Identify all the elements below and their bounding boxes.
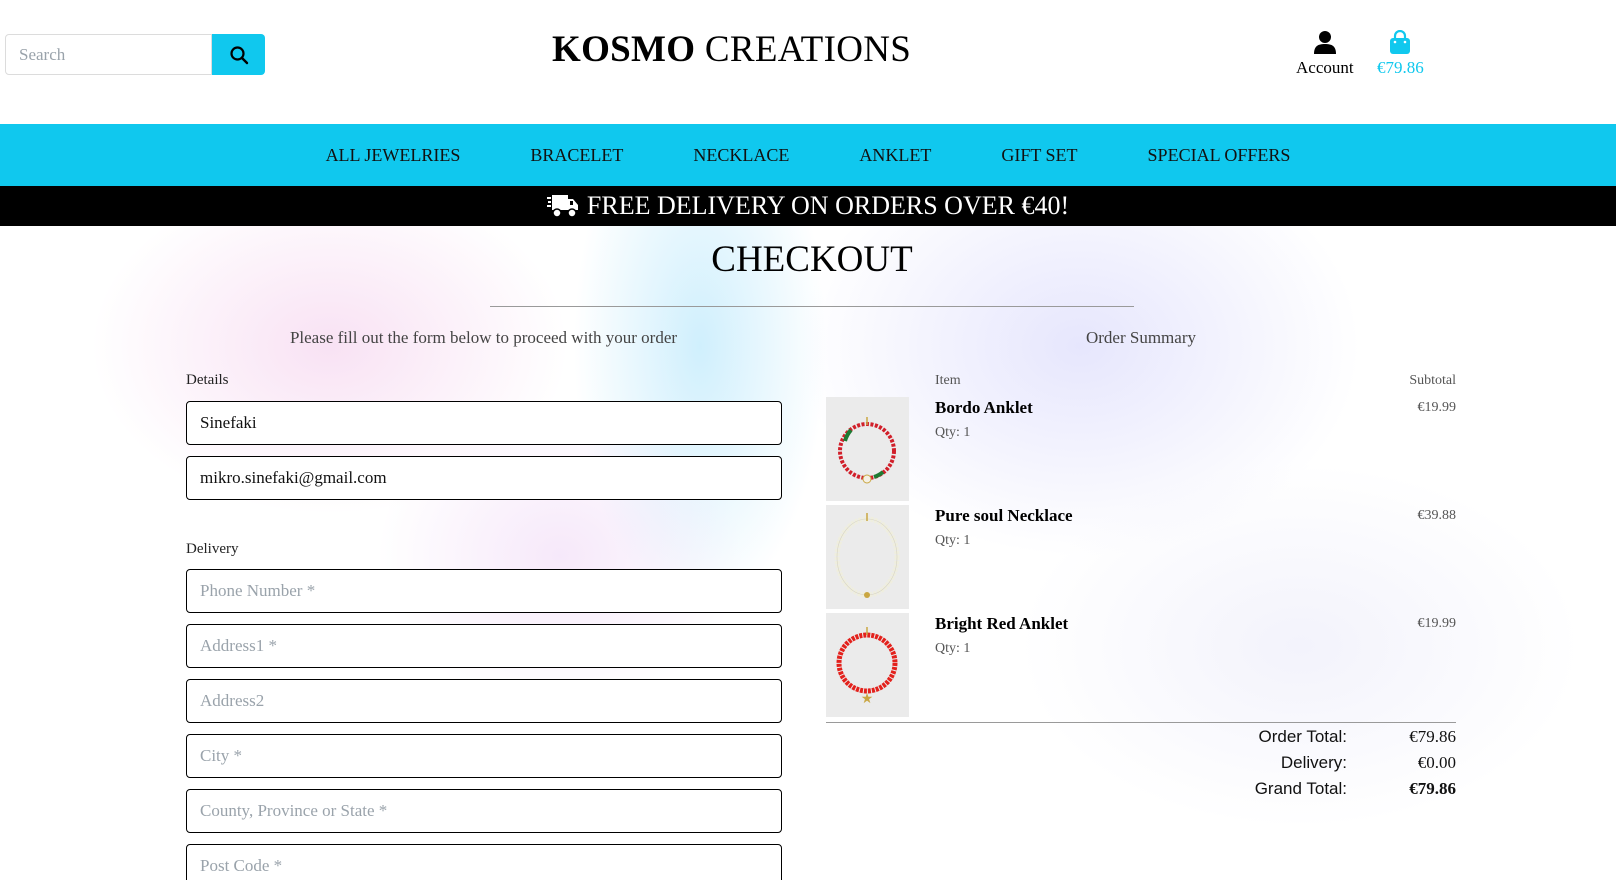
- form-intro-text: Please fill out the form below to procee…: [289, 328, 678, 347]
- checkout-page: CHECKOUT Please fill out the form below …: [0, 226, 1616, 880]
- grand-total-label: Grand Total:: [1254, 779, 1347, 798]
- title-divider: [490, 306, 1134, 307]
- site-header: KOSMO CREATIONS Account €79.86: [0, 0, 1616, 124]
- nav-item-necklace[interactable]: NECKLACE: [693, 145, 789, 166]
- address1-field[interactable]: [186, 624, 782, 668]
- grand-total-value: €79.86: [1409, 779, 1456, 798]
- product-price: €19.99: [1417, 400, 1457, 415]
- account-link[interactable]: Account: [1296, 30, 1354, 78]
- summary-subtotal-header: Subtotal: [1409, 373, 1456, 388]
- nav-item-bracelet[interactable]: BRACELET: [530, 145, 623, 166]
- product-price: €19.99: [1417, 616, 1457, 631]
- full-name-field[interactable]: [186, 401, 782, 445]
- email-field[interactable]: [186, 456, 782, 500]
- cart-link[interactable]: €79.86: [1377, 30, 1424, 78]
- summary-item-header: Item: [935, 373, 961, 388]
- brand-logo[interactable]: KOSMO CREATIONS: [552, 28, 911, 71]
- nav-item-anklet[interactable]: ANKLET: [859, 145, 931, 166]
- page-title: CHECKOUT: [711, 239, 913, 280]
- delivery-label: Delivery: [186, 541, 239, 557]
- order-summary-title: Order Summary: [1085, 328, 1196, 347]
- product-thumbnail[interactable]: [826, 397, 909, 501]
- delivery-cost-value: €0.00: [1417, 753, 1456, 772]
- product-name[interactable]: Bordo Anklet: [935, 398, 1033, 418]
- product-qty: Qty: 1: [935, 425, 971, 440]
- product-qty: Qty: 1: [935, 533, 971, 548]
- shopping-bag-icon: [1390, 30, 1411, 54]
- banner-text: FREE DELIVERY ON ORDERS OVER €40!: [586, 191, 1070, 220]
- delivery-banner: FREE DELIVERY ON ORDERS OVER €40!: [0, 186, 1616, 226]
- svg-text:★: ★: [861, 691, 874, 707]
- county-field[interactable]: [186, 789, 782, 833]
- account-label: Account: [1296, 58, 1354, 77]
- nav-item-gift-set[interactable]: GIFT SET: [1001, 145, 1077, 166]
- product-name[interactable]: Pure soul Necklace: [935, 506, 1073, 526]
- search-button[interactable]: [212, 34, 265, 75]
- order-total-value: €79.86: [1409, 727, 1456, 746]
- phone-number-field[interactable]: [186, 569, 782, 613]
- main-nav: ALL JEWELRIES BRACELET NECKLACE ANKLET G…: [0, 124, 1616, 186]
- summary-divider: [826, 722, 1456, 723]
- search-icon: [229, 45, 248, 64]
- address2-field[interactable]: [186, 679, 782, 723]
- product-thumbnail[interactable]: ★: [826, 613, 909, 717]
- postcode-field[interactable]: [186, 844, 782, 880]
- city-field[interactable]: [186, 734, 782, 778]
- nav-item-all-jewelries[interactable]: ALL JEWELRIES: [326, 145, 461, 166]
- product-thumbnail[interactable]: [826, 505, 909, 609]
- order-total-label: Order Total:: [1258, 727, 1347, 746]
- brand-name-bold: KOSMO: [552, 29, 696, 70]
- nav-item-special-offers[interactable]: SPECIAL OFFERS: [1148, 145, 1291, 166]
- user-icon: [1313, 31, 1336, 54]
- delivery-cost-label: Delivery:: [1280, 753, 1347, 772]
- search-input[interactable]: [5, 34, 212, 75]
- brand-name-rest: CREATIONS: [695, 29, 912, 70]
- product-qty: Qty: 1: [935, 641, 971, 656]
- details-label: Details: [186, 372, 229, 388]
- product-name[interactable]: Bright Red Anklet: [935, 614, 1068, 634]
- truck-icon: [546, 192, 579, 220]
- search-bar: [5, 34, 265, 75]
- cart-total: €79.86: [1377, 58, 1424, 77]
- product-price: €39.88: [1417, 508, 1457, 523]
